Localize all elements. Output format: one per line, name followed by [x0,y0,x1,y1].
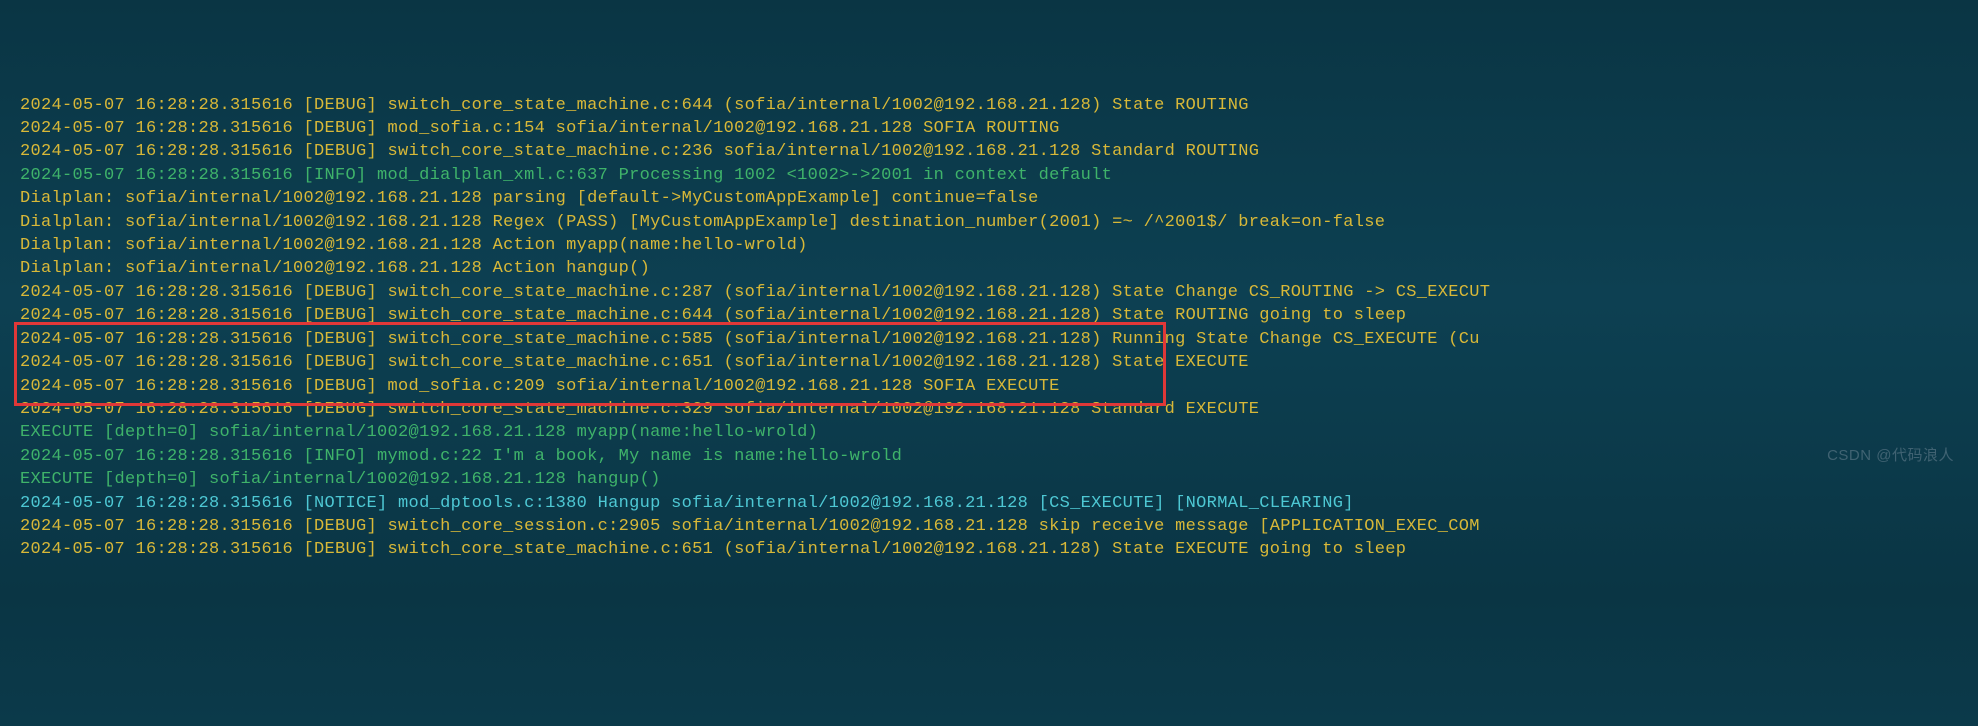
log-line: Dialplan: sofia/internal/1002@192.168.21… [20,234,1958,257]
log-line: Dialplan: sofia/internal/1002@192.168.21… [20,211,1958,234]
log-line: 2024-05-07 16:28:28.315616 [DEBUG] switc… [20,398,1958,421]
log-line: 2024-05-07 16:28:28.315616 [DEBUG] switc… [20,328,1958,351]
log-line: Dialplan: sofia/internal/1002@192.168.21… [20,187,1958,210]
log-line: 2024-05-07 16:28:28.315616 [DEBUG] switc… [20,351,1958,374]
log-line: 2024-05-07 16:28:28.315616 [DEBUG] switc… [20,538,1958,561]
watermark-text: CSDN @代码浪人 [1827,444,1954,467]
log-line: 2024-05-07 16:28:28.315616 [DEBUG] switc… [20,281,1958,304]
terminal-log[interactable]: 2024-05-07 16:28:28.315616 [DEBUG] switc… [20,94,1958,562]
log-line: EXECUTE [depth=0] sofia/internal/1002@19… [20,468,1958,491]
log-line: 2024-05-07 16:28:28.315616 [DEBUG] mod_s… [20,117,1958,140]
log-line: 2024-05-07 16:28:28.315616 [DEBUG] switc… [20,304,1958,327]
log-line: EXECUTE [depth=0] sofia/internal/1002@19… [20,421,1958,444]
log-line: 2024-05-07 16:28:28.315616 [INFO] mod_di… [20,164,1958,187]
log-line: 2024-05-07 16:28:28.315616 [DEBUG] switc… [20,94,1958,117]
log-line: 2024-05-07 16:28:28.315616 [DEBUG] switc… [20,515,1958,538]
log-line: 2024-05-07 16:28:28.315616 [NOTICE] mod_… [20,492,1958,515]
log-line: 2024-05-07 16:28:28.315616 [DEBUG] switc… [20,140,1958,163]
log-line: 2024-05-07 16:28:28.315616 [INFO] mymod.… [20,445,1958,468]
log-line: 2024-05-07 16:28:28.315616 [DEBUG] mod_s… [20,375,1958,398]
log-line: Dialplan: sofia/internal/1002@192.168.21… [20,257,1958,280]
